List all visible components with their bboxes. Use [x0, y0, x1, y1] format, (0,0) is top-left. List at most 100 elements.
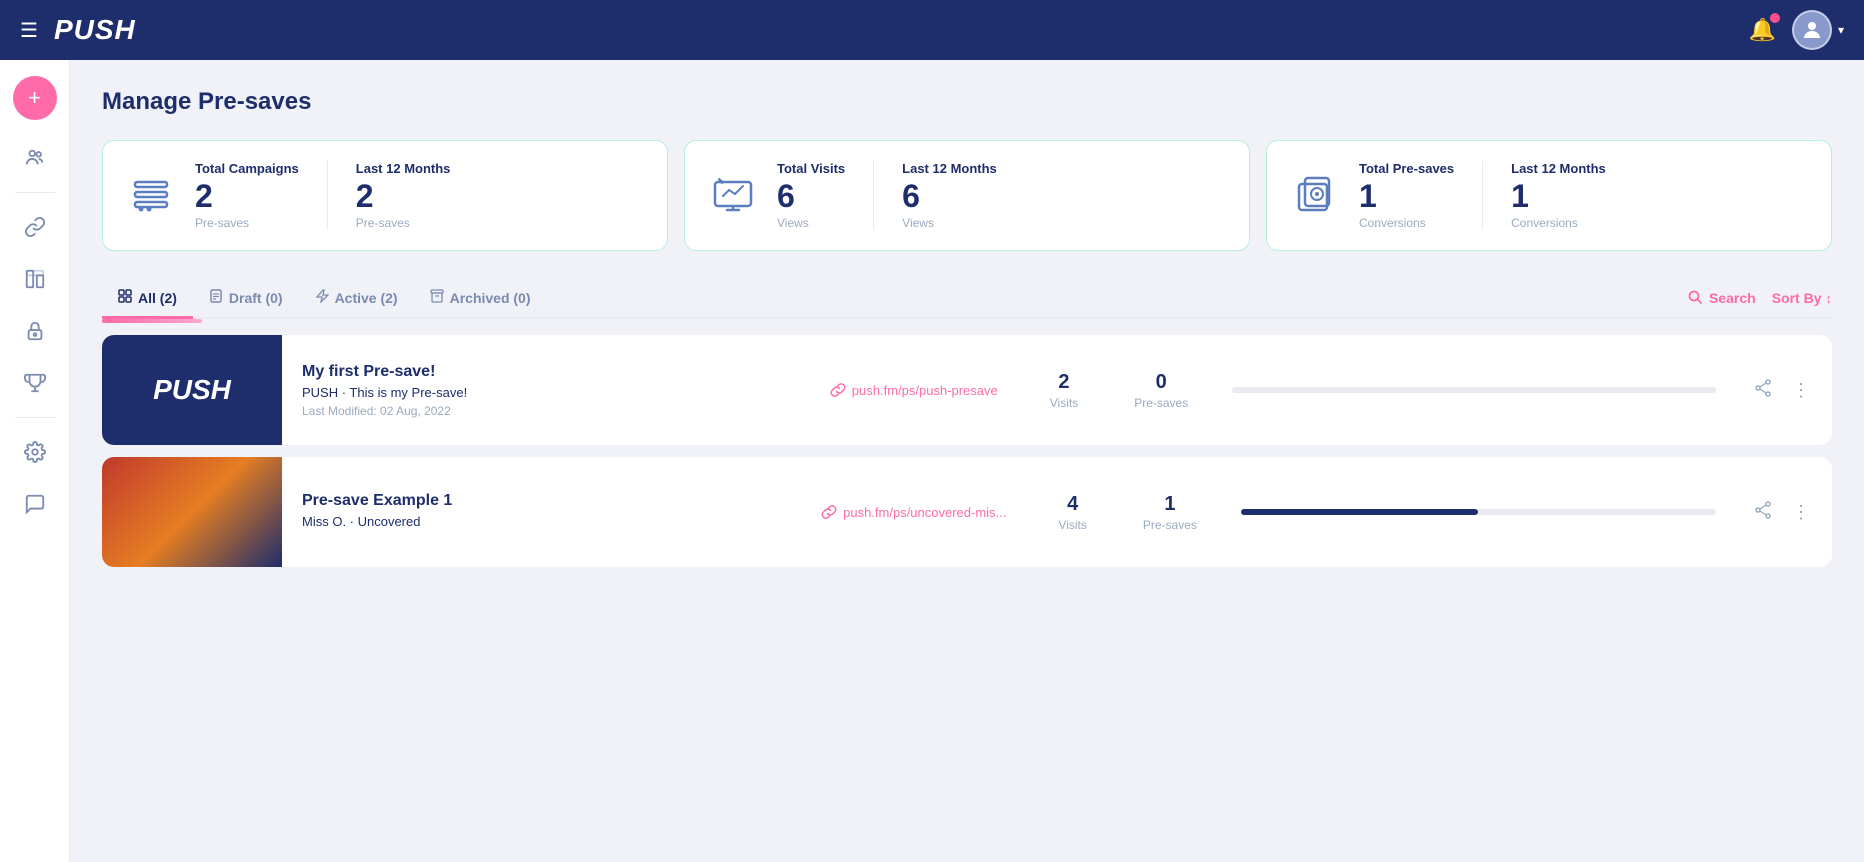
campaign-description: Miss O. · Uncovered	[302, 514, 777, 529]
campaign-name[interactable]: Pre-save Example 1	[302, 492, 777, 510]
campaign-name[interactable]: My first Pre-save!	[302, 363, 786, 381]
sidebar-item-audience[interactable]	[13, 136, 57, 180]
tab-indicator-row	[102, 319, 1832, 323]
campaigns-12m-number: 2	[356, 180, 451, 212]
tab-all-label: All (2)	[138, 290, 177, 306]
campaign-link-text: push.fm/ps/uncovered-mis...	[843, 505, 1006, 520]
sidebar-divider-1	[15, 192, 55, 193]
campaign-presaves-num: 1	[1143, 493, 1197, 516]
campaign-thumbnail	[102, 457, 282, 567]
campaign-progress-bar-col	[1216, 387, 1732, 393]
chevron-down-icon: ▾	[1838, 23, 1844, 37]
campaign-progress-bar-bg	[1241, 509, 1716, 515]
hamburger-menu-icon[interactable]: ☰	[20, 18, 38, 43]
page-title: Manage Pre-saves	[102, 88, 1832, 116]
campaign-presaves-label: Pre-saves	[1143, 518, 1197, 532]
campaign-link-text: push.fm/ps/push-presave	[852, 383, 998, 398]
sidebar-item-trophy[interactable]	[13, 361, 57, 405]
sidebar-item-settings[interactable]	[13, 430, 57, 474]
sidebar-item-chat[interactable]	[13, 482, 57, 526]
sidebar-divider-2	[15, 417, 55, 418]
campaign-info: My first Pre-save! PUSH · This is my Pre…	[282, 347, 806, 434]
presaves-total-label: Total Pre-saves	[1359, 161, 1454, 176]
more-options-button[interactable]: ⋮	[1786, 374, 1816, 407]
campaign-info: Pre-save Example 1 Miss O. · Uncovered	[282, 476, 797, 549]
campaign-presaves-num: 0	[1134, 371, 1188, 394]
top-navigation: ☰ PUSH 🔔 ▾	[0, 0, 1864, 60]
visits-total-sub: Views	[777, 216, 845, 230]
visits-icon	[709, 161, 757, 230]
campaign-item: Pre-save Example 1 Miss O. · Uncovered p…	[102, 457, 1832, 567]
main-content: Manage Pre-saves Total Campaigns	[70, 60, 1864, 862]
notification-badge	[1770, 13, 1780, 23]
visits-12m-sub: Views	[902, 216, 997, 230]
bolt-icon	[315, 289, 329, 306]
campaign-presaves-stat: 1 Pre-saves	[1115, 493, 1225, 532]
stats-card-visits: Total Visits 6 Views Last 12 Months 6 Vi…	[684, 140, 1250, 251]
campaigns-icon	[127, 161, 175, 230]
presaves-12m-label: Last 12 Months	[1511, 161, 1606, 176]
sort-label: Sort By	[1772, 290, 1822, 306]
stats-card-presaves: Total Pre-saves 1 Conversions Last 12 Mo…	[1266, 140, 1832, 251]
campaign-link[interactable]: push.fm/ps/uncovered-mis...	[797, 504, 1030, 520]
sort-button[interactable]: Sort By ↕	[1772, 290, 1832, 306]
tab-active-indicator	[102, 319, 202, 323]
tab-active-label: Active (2)	[335, 290, 398, 306]
stats-row: Total Campaigns 2 Pre-saves Last 12 Mont…	[102, 140, 1832, 251]
campaign-link[interactable]: push.fm/ps/push-presave	[806, 382, 1022, 398]
campaigns-total-sub: Pre-saves	[195, 216, 299, 230]
campaigns-total-label: Total Campaigns	[195, 161, 299, 176]
presaves-total-sub: Conversions	[1359, 216, 1454, 230]
campaign-visits-stat: 4 Visits	[1030, 493, 1114, 532]
search-button[interactable]: Search	[1687, 289, 1756, 308]
campaign-actions: ⋮	[1732, 373, 1832, 408]
tab-archived-label: Archived (0)	[450, 290, 531, 306]
campaign-visits-label: Visits	[1050, 396, 1078, 410]
share-button[interactable]	[1748, 373, 1778, 408]
campaign-presaves-label: Pre-saves	[1134, 396, 1188, 410]
share-button[interactable]	[1748, 495, 1778, 530]
campaign-visits-num: 2	[1050, 371, 1078, 394]
archive-icon	[430, 289, 444, 306]
doc-icon	[209, 289, 223, 306]
grid-icon	[118, 289, 132, 306]
sort-icon: ↕	[1826, 291, 1833, 306]
visits-total-label: Total Visits	[777, 161, 845, 176]
campaigns-12m-label: Last 12 Months	[356, 161, 451, 176]
tab-archived[interactable]: Archived (0)	[414, 279, 547, 319]
avatar	[1792, 10, 1832, 50]
campaign-progress-bar-fill	[1241, 509, 1479, 515]
presaves-12m-sub: Conversions	[1511, 216, 1606, 230]
campaign-progress-bar-col	[1225, 509, 1732, 515]
presaves-total-number: 1	[1359, 180, 1454, 212]
visits-total-number: 6	[777, 180, 845, 212]
user-avatar-menu[interactable]: ▾	[1792, 10, 1844, 50]
more-options-button[interactable]: ⋮	[1786, 496, 1816, 529]
campaign-visits-num: 4	[1058, 493, 1086, 516]
campaigns-total-number: 2	[195, 180, 299, 212]
campaign-date: Last Modified: 02 Aug, 2022	[302, 404, 786, 418]
tabs-bar: All (2) Draft (0)	[102, 279, 1832, 319]
add-button[interactable]: +	[13, 76, 57, 120]
visits-12m-number: 6	[902, 180, 997, 212]
campaign-visits-label: Visits	[1058, 518, 1086, 532]
tab-all[interactable]: All (2)	[102, 279, 193, 319]
logo: PUSH	[54, 14, 136, 46]
presaves-icon	[1291, 161, 1339, 230]
tab-draft[interactable]: Draft (0)	[193, 279, 299, 319]
search-icon	[1687, 289, 1703, 308]
sidebar-item-analytics[interactable]	[13, 257, 57, 301]
visits-12m-label: Last 12 Months	[902, 161, 997, 176]
campaign-visits-stat: 2 Visits	[1022, 371, 1106, 410]
sidebar-item-lock[interactable]	[13, 309, 57, 353]
tab-active[interactable]: Active (2)	[299, 279, 414, 319]
campaign-actions: ⋮	[1732, 495, 1832, 530]
campaign-thumbnail-logo: PUSH	[153, 374, 231, 406]
sidebar-item-links[interactable]	[13, 205, 57, 249]
tab-draft-label: Draft (0)	[229, 290, 283, 306]
campaign-item: PUSH My first Pre-save! PUSH · This is m…	[102, 335, 1832, 445]
campaign-list: PUSH My first Pre-save! PUSH · This is m…	[102, 335, 1832, 567]
notifications-button[interactable]: 🔔	[1749, 17, 1776, 43]
sidebar: +	[0, 60, 70, 862]
campaign-thumbnail: PUSH	[102, 335, 282, 445]
